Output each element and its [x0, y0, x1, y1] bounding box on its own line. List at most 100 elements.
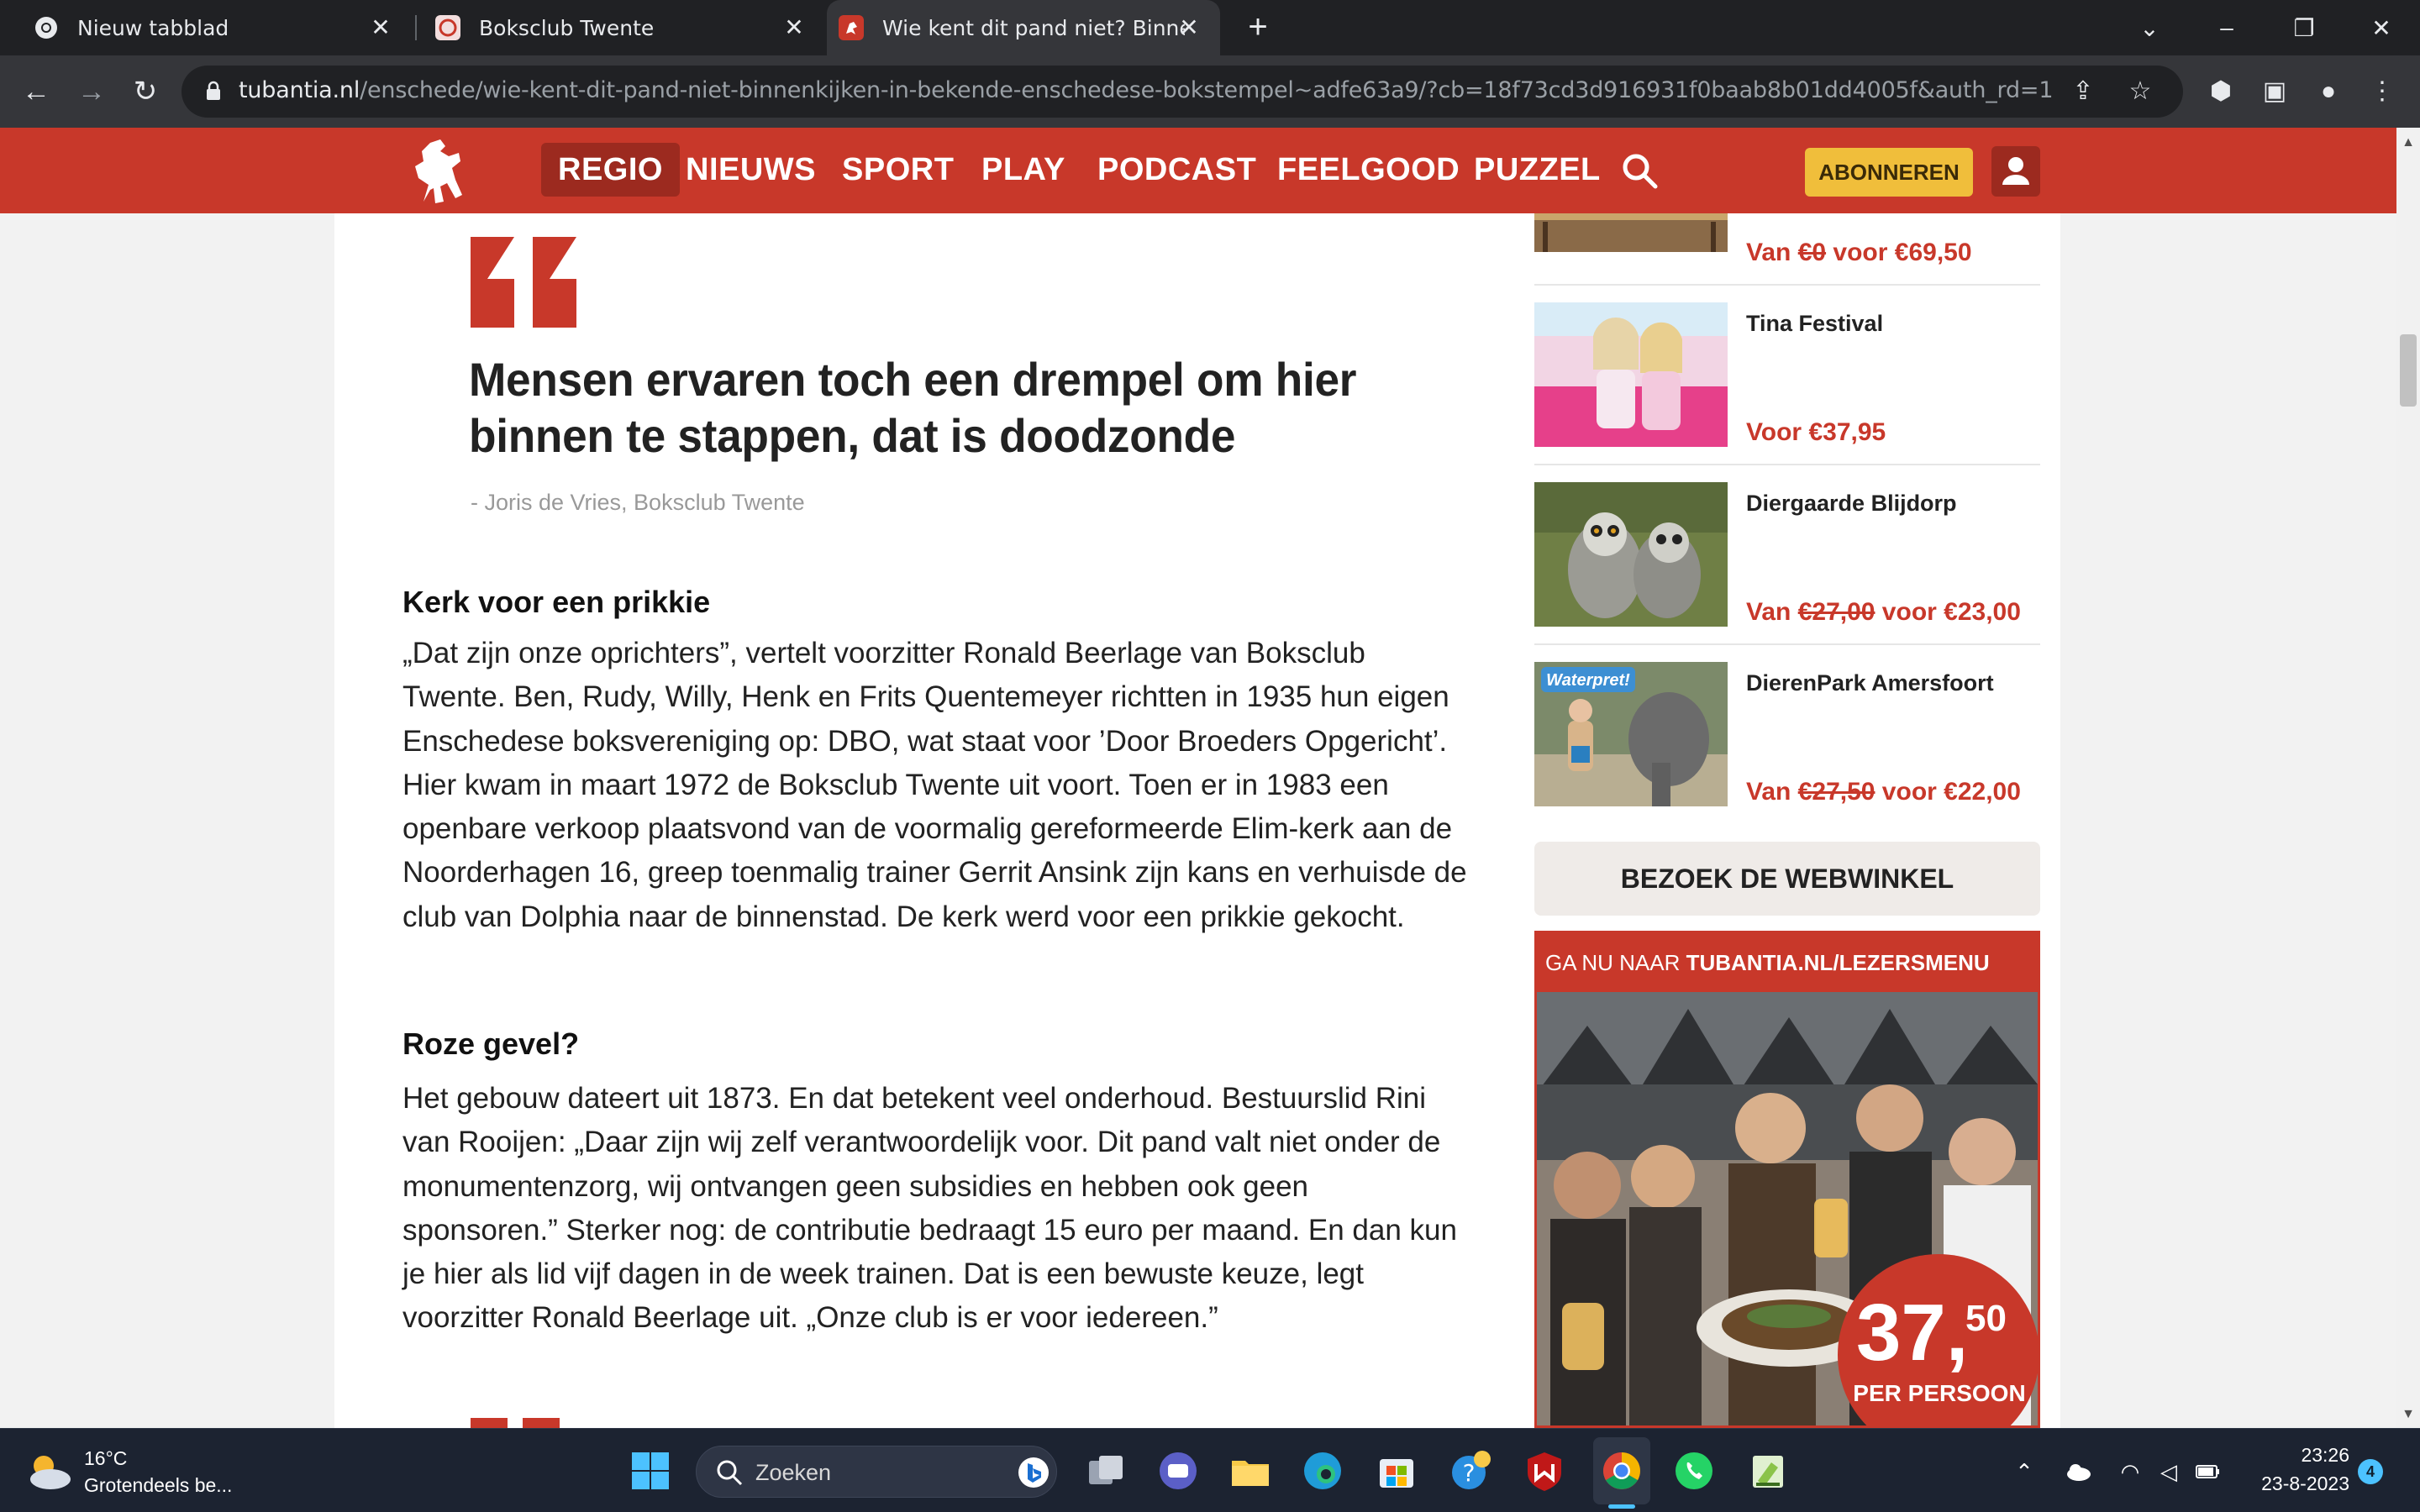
product-image: Waterpret!: [1534, 662, 1728, 806]
boksclub-favicon-icon: [435, 15, 460, 40]
edge-browser-icon[interactable]: [1301, 1449, 1344, 1493]
product-image: [1534, 213, 1728, 252]
share-icon[interactable]: ⇪: [2067, 76, 2099, 108]
active-app-indicator: [1608, 1504, 1635, 1509]
item-price: Van €0 voor €69,50: [1746, 239, 1972, 266]
nav-play[interactable]: PLAY: [981, 143, 1065, 197]
taskbar-search[interactable]: Zoeken: [696, 1446, 1057, 1498]
search-placeholder: Zoeken: [755, 1460, 832, 1485]
onedrive-cloud-icon[interactable]: [2064, 1457, 2092, 1486]
mcafee-shield-icon[interactable]: [1523, 1449, 1566, 1493]
tab-label: Nieuw tabblad: [77, 15, 229, 40]
visit-webshop-button[interactable]: BEZOEK DE WEBWINKEL: [1534, 842, 2040, 916]
wifi-icon[interactable]: ◠: [2116, 1457, 2144, 1486]
file-explorer-icon[interactable]: [1228, 1449, 1272, 1493]
tab-search-chevron-icon[interactable]: ⌄: [2116, 0, 2183, 55]
advertisement-lezersmenu[interactable]: GA NU NAAR TUBANTIA.NL/LEZERSMENU 37, 50…: [1534, 931, 2040, 1428]
webshop-item[interactable]: Tina Festival Voor €37,95: [1534, 286, 2040, 465]
clock-date[interactable]: 23-8-2023: [2240, 1473, 2349, 1495]
bookmark-star-icon[interactable]: ☆: [2124, 76, 2156, 108]
minimize-button[interactable]: –: [2193, 0, 2260, 55]
item-title: Tina Festival: [1746, 311, 1884, 336]
image-badge: Waterpret!: [1546, 671, 1630, 690]
scroll-down-arrow-icon[interactable]: ▼: [2396, 1403, 2420, 1426]
weather-description: Grotendeels be...: [84, 1474, 233, 1496]
task-view-icon[interactable]: [1084, 1449, 1128, 1493]
webshop-item[interactable]: Waterpret! DierenPark Amersfoort Van €27…: [1534, 645, 2040, 825]
article-paragraph: „Dat zijn onze oprichters”, vertelt voor…: [402, 637, 1467, 933]
ad-headline: GA NU NAAR TUBANTIA.NL/LEZERSMENU: [1545, 950, 1990, 975]
webshop-item[interactable]: Diergaarde Blijdorp Van €27,00 voor €23,…: [1534, 465, 2040, 645]
webshop-item[interactable]: Van €0 voor €69,50: [1534, 106, 2040, 286]
page-scrollbar[interactable]: [2396, 128, 2420, 1428]
notepad-plus-icon[interactable]: [1746, 1449, 1790, 1493]
menu-kebab-icon[interactable]: ⋮: [2363, 72, 2402, 111]
new-tab-button[interactable]: +: [1240, 10, 1276, 45]
tab-boksclub[interactable]: Boksclub Twente ✕: [418, 0, 825, 55]
show-hidden-icons-chevron-icon[interactable]: ⌃: [2010, 1457, 2039, 1486]
close-tab-icon[interactable]: ✕: [1176, 15, 1202, 40]
windows-start-icon[interactable]: [629, 1449, 672, 1493]
notification-count-badge[interactable]: 4: [2358, 1459, 2383, 1484]
close-tab-icon[interactable]: ✕: [781, 15, 807, 40]
battery-icon[interactable]: [2193, 1457, 2222, 1486]
restore-button[interactable]: ❐: [2270, 0, 2338, 55]
search-icon: [717, 1460, 743, 1486]
tab-label: Boksclub Twente: [479, 15, 655, 40]
microsoft-store-icon[interactable]: [1375, 1449, 1418, 1493]
quote-author: - Joris de Vries, Boksclub Twente: [471, 490, 805, 515]
nav-feelgood[interactable]: FEELGOOD: [1277, 143, 1460, 197]
forward-arrow-icon[interactable]: →: [72, 72, 111, 111]
profile-icon[interactable]: ●: [2309, 72, 2348, 111]
close-window-button[interactable]: ✕: [2348, 0, 2415, 55]
item-title: DierenPark Amersfoort: [1746, 670, 1994, 696]
tab-divider: [415, 15, 417, 40]
tab-tubantia-article[interactable]: Wie kent dit pand niet? Binnenkijken ✕: [827, 0, 1220, 55]
price-main: 37,: [1856, 1288, 1969, 1378]
windows-taskbar: 16°C Grotendeels be... Zoeken ? ⌃ ◠ ◁ 23…: [0, 1428, 2420, 1512]
nav-sport[interactable]: SPORT: [842, 143, 954, 197]
quote-mark-icon: [471, 237, 576, 328]
item-price: Van €27,00 voor €23,00: [1746, 598, 2021, 626]
article-paragraph: Het gebouw dateert uit 1873. En dat bete…: [402, 1082, 1457, 1335]
weather-temperature: 16°C: [84, 1447, 128, 1469]
whatsapp-icon[interactable]: [1672, 1449, 1716, 1493]
pull-quote: Mensen ervaren toch een drempel om hier …: [469, 353, 1357, 462]
nav-podcast[interactable]: PODCAST: [1097, 143, 1256, 197]
nav-nieuws[interactable]: NIEUWS: [686, 143, 816, 197]
browser-tab-strip: Nieuw tabblad ✕ Boksclub Twente ✕ Wie ke…: [0, 0, 2420, 55]
tab-new-tab[interactable]: Nieuw tabblad ✕: [0, 0, 412, 55]
product-image: [1534, 482, 1728, 627]
item-price: Voor €37,95: [1746, 418, 1886, 446]
section-heading: Roze gevel?: [402, 1026, 580, 1061]
browser-toolbar: ← → ↻ tubantia.nl/enschede/wie-kent-dit-…: [0, 55, 2420, 128]
price-cents: 50: [1965, 1298, 2007, 1339]
extensions-puzzle-icon[interactable]: ⬢: [2202, 72, 2240, 111]
item-title: Diergaarde Blijdorp: [1746, 491, 1957, 516]
scrollbar-thumb[interactable]: [2400, 334, 2417, 407]
quote-mark-icon: [471, 1418, 560, 1428]
back-arrow-icon[interactable]: ←: [17, 72, 55, 111]
bing-icon[interactable]: [1018, 1457, 1050, 1488]
reload-icon[interactable]: ↻: [126, 72, 165, 111]
tubantia-favicon-icon: [839, 15, 864, 40]
weather-cloud-sun-icon[interactable]: [25, 1451, 72, 1493]
item-price: Van €27,50 voor €22,00: [1746, 778, 2021, 806]
side-panel-icon[interactable]: ▣: [2255, 72, 2294, 111]
nav-regio[interactable]: REGIO: [541, 143, 680, 197]
tubantia-horse-logo[interactable]: [407, 136, 467, 207]
product-image: [1534, 302, 1728, 447]
chrome-icon: [35, 17, 57, 39]
teams-chat-icon[interactable]: [1156, 1449, 1200, 1493]
volume-icon[interactable]: ◁: [2154, 1457, 2183, 1486]
lock-icon: [207, 81, 220, 100]
close-tab-icon[interactable]: ✕: [368, 15, 393, 40]
chrome-icon[interactable]: [1600, 1449, 1644, 1493]
tab-label: Wie kent dit pand niet? Binnenkijken: [882, 15, 1185, 40]
get-help-icon[interactable]: ?: [1449, 1449, 1492, 1493]
price-sub: PER PERSOON: [1853, 1380, 2026, 1406]
url-text: tubantia.nl/enschede/wie-kent-dit-pand-n…: [239, 77, 2054, 103]
section-heading: Kerk voor een prikkie: [402, 585, 711, 619]
clock-time[interactable]: 23:26: [2252, 1444, 2349, 1467]
scroll-up-arrow-icon[interactable]: ▲: [2396, 131, 2420, 155]
